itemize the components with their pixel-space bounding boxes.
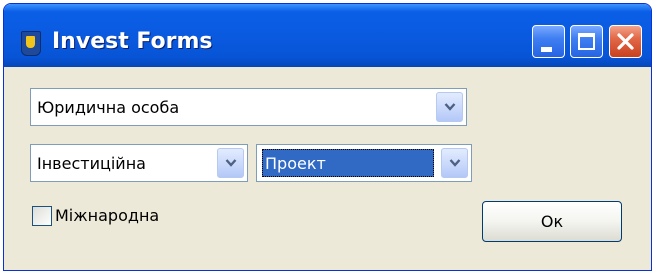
- window-title: Invest Forms: [52, 29, 213, 54]
- entity-type-value: Юридична особа: [37, 98, 180, 117]
- project-select[interactable]: Проект: [256, 144, 472, 182]
- chevron-down-icon: [444, 103, 456, 111]
- international-checkbox-label[interactable]: Міжнародна: [55, 206, 159, 225]
- maximize-icon: [578, 33, 595, 50]
- minimize-icon: [541, 47, 552, 52]
- project-value: Проект: [265, 154, 326, 173]
- project-selection-highlight: Проект: [262, 149, 434, 177]
- chevron-down-icon: [449, 159, 461, 167]
- international-checkbox[interactable]: [32, 206, 52, 226]
- minimize-button[interactable]: [532, 25, 565, 58]
- close-icon: [617, 33, 634, 50]
- project-dropdown-button[interactable]: [441, 148, 468, 178]
- chevron-down-icon: [225, 159, 237, 167]
- investment-kind-value: Інвестиційна: [37, 154, 146, 173]
- maximize-button[interactable]: [570, 25, 603, 58]
- entity-type-select[interactable]: Юридична особа: [30, 88, 467, 126]
- investment-kind-dropdown-button[interactable]: [217, 148, 244, 178]
- title-bar[interactable]: Invest Forms: [4, 4, 651, 67]
- app-shield-icon: [21, 31, 41, 56]
- ok-button[interactable]: Ок: [482, 201, 622, 242]
- entity-type-dropdown-button[interactable]: [436, 92, 463, 122]
- investment-kind-select[interactable]: Інвестиційна: [30, 144, 248, 182]
- close-button[interactable]: [609, 25, 642, 58]
- dialog-window: Invest Forms Юридична особа Інвестиційна: [3, 3, 652, 271]
